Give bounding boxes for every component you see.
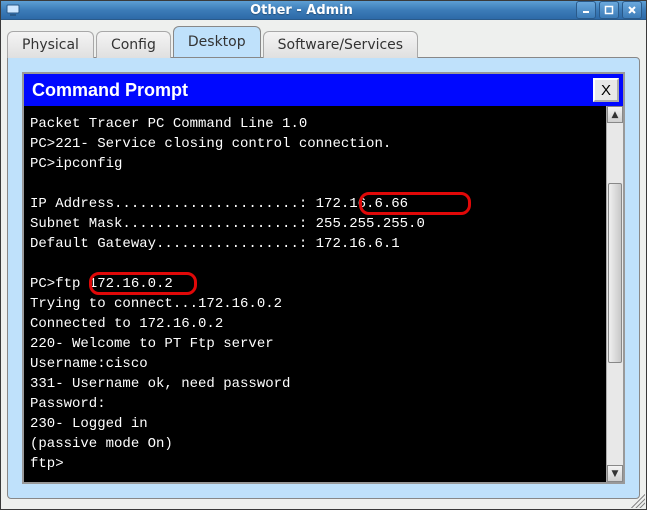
scroll-up-button[interactable]: ▲ <box>607 106 623 123</box>
terminal-line: Username:cisco <box>30 354 600 374</box>
terminal-line: Default Gateway.................: 172.16… <box>30 234 600 254</box>
terminal-line: PC>221- Service closing control connecti… <box>30 134 600 154</box>
terminal-line: 230- Logged in <box>30 414 600 434</box>
terminal-line: 331- Username ok, need password <box>30 374 600 394</box>
terminal-line: Packet Tracer PC Command Line 1.0 <box>30 114 600 134</box>
vertical-scrollbar[interactable]: ▲ ▼ <box>606 106 623 482</box>
terminal-line <box>30 174 600 194</box>
terminal-titlebar[interactable]: Command Prompt X <box>24 74 623 106</box>
terminal-line: PC>ftp 172.16.0.2 <box>30 274 600 294</box>
terminal-body: Packet Tracer PC Command Line 1.0PC>221-… <box>24 106 623 482</box>
close-button[interactable] <box>622 1 642 19</box>
window-body: Physical Config Desktop Software/Service… <box>1 20 646 509</box>
terminal-line: (passive mode On) <box>30 434 600 454</box>
app-icon <box>5 2 21 18</box>
terminal-title: Command Prompt <box>32 80 593 101</box>
terminal-output[interactable]: Packet Tracer PC Command Line 1.0PC>221-… <box>24 106 606 482</box>
tab-desktop[interactable]: Desktop <box>173 26 261 57</box>
scroll-down-button[interactable]: ▼ <box>607 465 623 482</box>
scroll-track[interactable] <box>607 123 623 465</box>
minimize-button[interactable] <box>576 1 596 19</box>
resize-grip[interactable] <box>631 494 645 508</box>
terminal-line: 220- Welcome to PT Ftp server <box>30 334 600 354</box>
terminal-line: Connected to 172.16.0.2 <box>30 314 600 334</box>
terminal-line: Password: <box>30 394 600 414</box>
terminal-line: IP Address......................: 172.16… <box>30 194 600 214</box>
window-buttons <box>576 1 642 19</box>
tab-bar: Physical Config Desktop Software/Service… <box>7 26 640 57</box>
titlebar[interactable]: Other - Admin <box>1 1 646 20</box>
terminal-line: Trying to connect...172.16.0.2 <box>30 294 600 314</box>
command-prompt-window: Command Prompt X Packet Tracer PC Comman… <box>22 72 625 484</box>
app-window: Other - Admin Physical Config Desktop So… <box>0 0 647 510</box>
tab-panel: Command Prompt X Packet Tracer PC Comman… <box>7 57 640 499</box>
scroll-thumb[interactable] <box>608 183 622 363</box>
terminal-line <box>30 254 600 274</box>
terminal-line: ftp> <box>30 454 600 474</box>
tab-physical[interactable]: Physical <box>7 31 94 58</box>
window-title: Other - Admin <box>27 3 576 18</box>
tab-config[interactable]: Config <box>96 31 171 58</box>
terminal-close-button[interactable]: X <box>593 78 619 102</box>
terminal-line: PC>ipconfig <box>30 154 600 174</box>
maximize-button[interactable] <box>599 1 619 19</box>
tab-software-services[interactable]: Software/Services <box>263 31 418 58</box>
terminal-line: Subnet Mask.....................: 255.25… <box>30 214 600 234</box>
